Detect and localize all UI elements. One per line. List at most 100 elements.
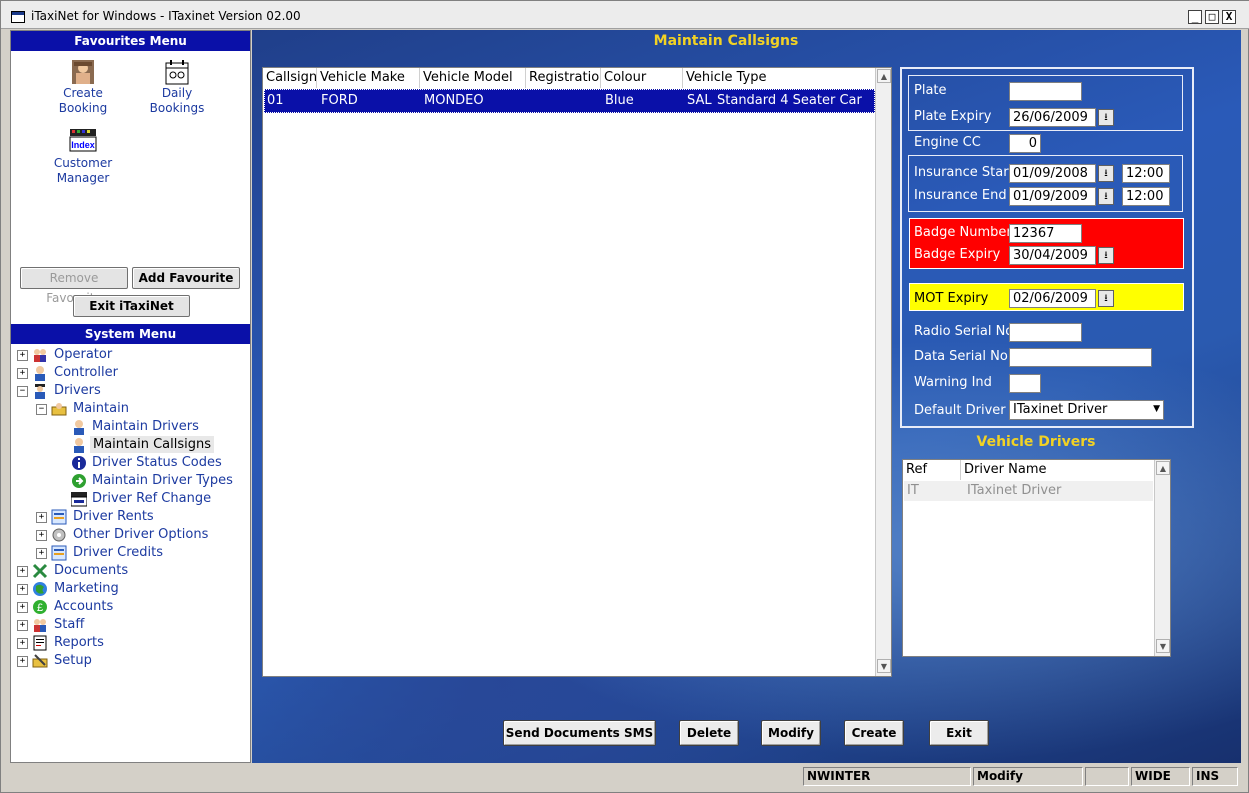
default-driver-label: Default Driver bbox=[914, 403, 1006, 418]
cell-vehicle-type-code: SAL bbox=[687, 93, 712, 108]
tree-item-driver-credits[interactable]: + Driver Credits bbox=[11, 544, 250, 562]
tree-item-setup[interactable]: + Setup bbox=[11, 652, 250, 670]
documents-icon bbox=[32, 563, 48, 579]
tree-item-maintain-drivers[interactable]: Maintain Drivers bbox=[11, 418, 250, 436]
close-button[interactable]: X bbox=[1222, 10, 1236, 24]
badge-expiry-input[interactable]: 30/04/2009 bbox=[1009, 246, 1096, 265]
tree-item-staff[interactable]: + Staff bbox=[11, 616, 250, 634]
insurance-start-time-input[interactable]: 12:00 bbox=[1122, 164, 1170, 183]
column-header-vehicle-type[interactable]: Vehicle Type bbox=[683, 68, 875, 88]
tree-item-maintain[interactable]: − Maintain bbox=[11, 400, 250, 418]
badge-number-input[interactable]: 12367 bbox=[1009, 224, 1082, 243]
driver-credits-icon bbox=[51, 545, 67, 561]
column-header-driver-name[interactable]: Driver Name bbox=[961, 460, 1153, 480]
mot-expiry-label: MOT Expiry bbox=[914, 291, 989, 306]
plate-input[interactable] bbox=[1009, 82, 1082, 101]
plate-expiry-input[interactable]: 26/06/2009 bbox=[1009, 108, 1096, 127]
grid-vertical-scrollbar[interactable]: ▲ ▼ bbox=[875, 68, 891, 676]
maintain-callsigns-icon bbox=[71, 437, 87, 453]
favourite-create-booking[interactable]: Create Booking bbox=[43, 59, 123, 119]
maximize-button[interactable]: □ bbox=[1205, 10, 1219, 24]
cell-registration bbox=[526, 89, 601, 113]
data-serial-input[interactable] bbox=[1009, 348, 1152, 367]
insurance-end-date-input[interactable]: 01/09/2009 bbox=[1009, 187, 1096, 206]
column-header-vehicle-make[interactable]: Vehicle Make bbox=[317, 68, 420, 88]
mot-expiry-date-button[interactable]: ⭳ bbox=[1098, 290, 1114, 307]
mot-expiry-input[interactable]: 02/06/2009 bbox=[1009, 289, 1096, 308]
application-window: iTaxiNet for Windows - ITaxinet Version … bbox=[0, 0, 1249, 793]
badge-number-label: Badge Number bbox=[914, 225, 1012, 240]
add-favourite-button[interactable]: Add Favourite bbox=[132, 267, 240, 289]
tree-item-driver-rents[interactable]: + Driver Rents bbox=[11, 508, 250, 526]
tree-item-maintain-callsigns[interactable]: Maintain Callsigns bbox=[11, 436, 250, 454]
marketing-icon bbox=[32, 581, 48, 597]
create-button[interactable]: Create bbox=[844, 720, 904, 746]
column-header-ref[interactable]: Ref bbox=[903, 460, 961, 480]
scroll-up-arrow-icon[interactable]: ▲ bbox=[1156, 461, 1170, 475]
modify-button[interactable]: Modify bbox=[761, 720, 821, 746]
plate-expiry-date-button[interactable]: ⭳ bbox=[1098, 109, 1114, 126]
tree-item-driver-ref-change[interactable]: Driver Ref Change bbox=[11, 490, 250, 508]
tree-item-reports[interactable]: + Reports bbox=[11, 634, 250, 652]
exit-button[interactable]: Exit bbox=[929, 720, 989, 746]
tree-item-drivers[interactable]: − Drivers bbox=[11, 382, 250, 400]
title-bar: iTaxiNet for Windows - ITaxinet Version … bbox=[1, 1, 1249, 29]
status-bar: NWINTER Modify WIDE INS bbox=[10, 767, 1241, 787]
tree-item-documents[interactable]: + Documents bbox=[11, 562, 250, 580]
scroll-up-arrow-icon[interactable]: ▲ bbox=[877, 69, 891, 83]
column-header-colour[interactable]: Colour bbox=[601, 68, 683, 88]
column-header-callsign[interactable]: Callsign bbox=[263, 68, 317, 88]
engine-cc-input[interactable]: 0 bbox=[1009, 134, 1041, 153]
status-blank bbox=[1085, 767, 1129, 786]
exit-itaxinet-button[interactable]: Exit iTaxiNet bbox=[73, 295, 190, 317]
badge-expiry-date-button[interactable]: ⭳ bbox=[1098, 247, 1114, 264]
insurance-end-time-input[interactable]: 12:00 bbox=[1122, 187, 1170, 206]
plate-label: Plate bbox=[914, 83, 947, 98]
column-header-registration[interactable]: Registration bbox=[526, 68, 601, 88]
staff-icon bbox=[32, 617, 48, 633]
other-options-icon bbox=[51, 527, 67, 543]
cell-driver-name: ITaxinet Driver bbox=[967, 483, 1062, 498]
callsigns-grid[interactable]: Callsign Vehicle Make Vehicle Model Regi… bbox=[262, 67, 892, 677]
insurance-end-date-button[interactable]: ⭳ bbox=[1098, 188, 1114, 205]
scroll-down-arrow-icon[interactable]: ▼ bbox=[877, 659, 891, 673]
cell-callsign: 01 bbox=[267, 93, 284, 108]
cell-vehicle-make: FORD bbox=[321, 93, 358, 108]
vehicle-drivers-scrollbar[interactable]: ▲ ▼ bbox=[1154, 460, 1170, 656]
daily-bookings-icon bbox=[163, 59, 191, 85]
send-documents-sms-button[interactable]: Send Documents SMS bbox=[503, 720, 656, 746]
favourite-daily-bookings[interactable]: Daily Bookings bbox=[137, 59, 217, 119]
cell-vehicle-type: Standard 4 Seater Car bbox=[717, 93, 862, 108]
favourite-customer-manager[interactable]: Index Customer Manager bbox=[43, 127, 123, 189]
tree-item-driver-status-codes[interactable]: Driver Status Codes bbox=[11, 454, 250, 472]
remove-favourite-button[interactable]: Remove Favourite bbox=[20, 267, 128, 305]
status-cell-blank-left bbox=[10, 767, 800, 786]
maintain-drivers-icon bbox=[71, 419, 87, 435]
column-header-vehicle-model[interactable]: Vehicle Model bbox=[420, 68, 526, 88]
default-driver-select[interactable]: ITaxinet Driver ▼ bbox=[1009, 400, 1164, 420]
operator-icon bbox=[32, 347, 48, 363]
tree-item-accounts[interactable]: + £ Accounts bbox=[11, 598, 250, 616]
reports-icon bbox=[32, 635, 48, 651]
tree-item-operator[interactable]: + Operator bbox=[11, 346, 250, 364]
vehicle-drivers-grid[interactable]: Ref Driver Name IT ITaxinet Driver ▲ ▼ bbox=[902, 459, 1171, 657]
minimize-button[interactable]: _ bbox=[1188, 10, 1202, 24]
tree-item-other-driver-options[interactable]: + Other Driver Options bbox=[11, 526, 250, 544]
tree-item-marketing[interactable]: + Marketing bbox=[11, 580, 250, 598]
data-serial-label: Data Serial No bbox=[914, 349, 1008, 364]
system-menu-tree: + Operator + Controller − Drivers − Main… bbox=[11, 345, 250, 765]
status-user: NWINTER bbox=[803, 767, 971, 786]
scroll-down-arrow-icon[interactable]: ▼ bbox=[1156, 639, 1170, 653]
window-title: iTaxiNet for Windows - ITaxinet Version … bbox=[31, 9, 301, 23]
cell-vehicle-model: MONDEO bbox=[424, 93, 484, 108]
radio-serial-input[interactable] bbox=[1009, 323, 1082, 342]
insurance-end-label: Insurance End bbox=[914, 188, 1007, 203]
badge-expiry-label: Badge Expiry bbox=[914, 247, 1001, 262]
drivers-icon bbox=[32, 383, 48, 399]
insurance-start-date-button[interactable]: ⭳ bbox=[1098, 165, 1114, 182]
insurance-start-date-input[interactable]: 01/09/2008 bbox=[1009, 164, 1096, 183]
warning-ind-input[interactable] bbox=[1009, 374, 1041, 393]
tree-item-maintain-driver-types[interactable]: Maintain Driver Types bbox=[11, 472, 250, 490]
tree-item-controller[interactable]: + Controller bbox=[11, 364, 250, 382]
delete-button[interactable]: Delete bbox=[679, 720, 739, 746]
